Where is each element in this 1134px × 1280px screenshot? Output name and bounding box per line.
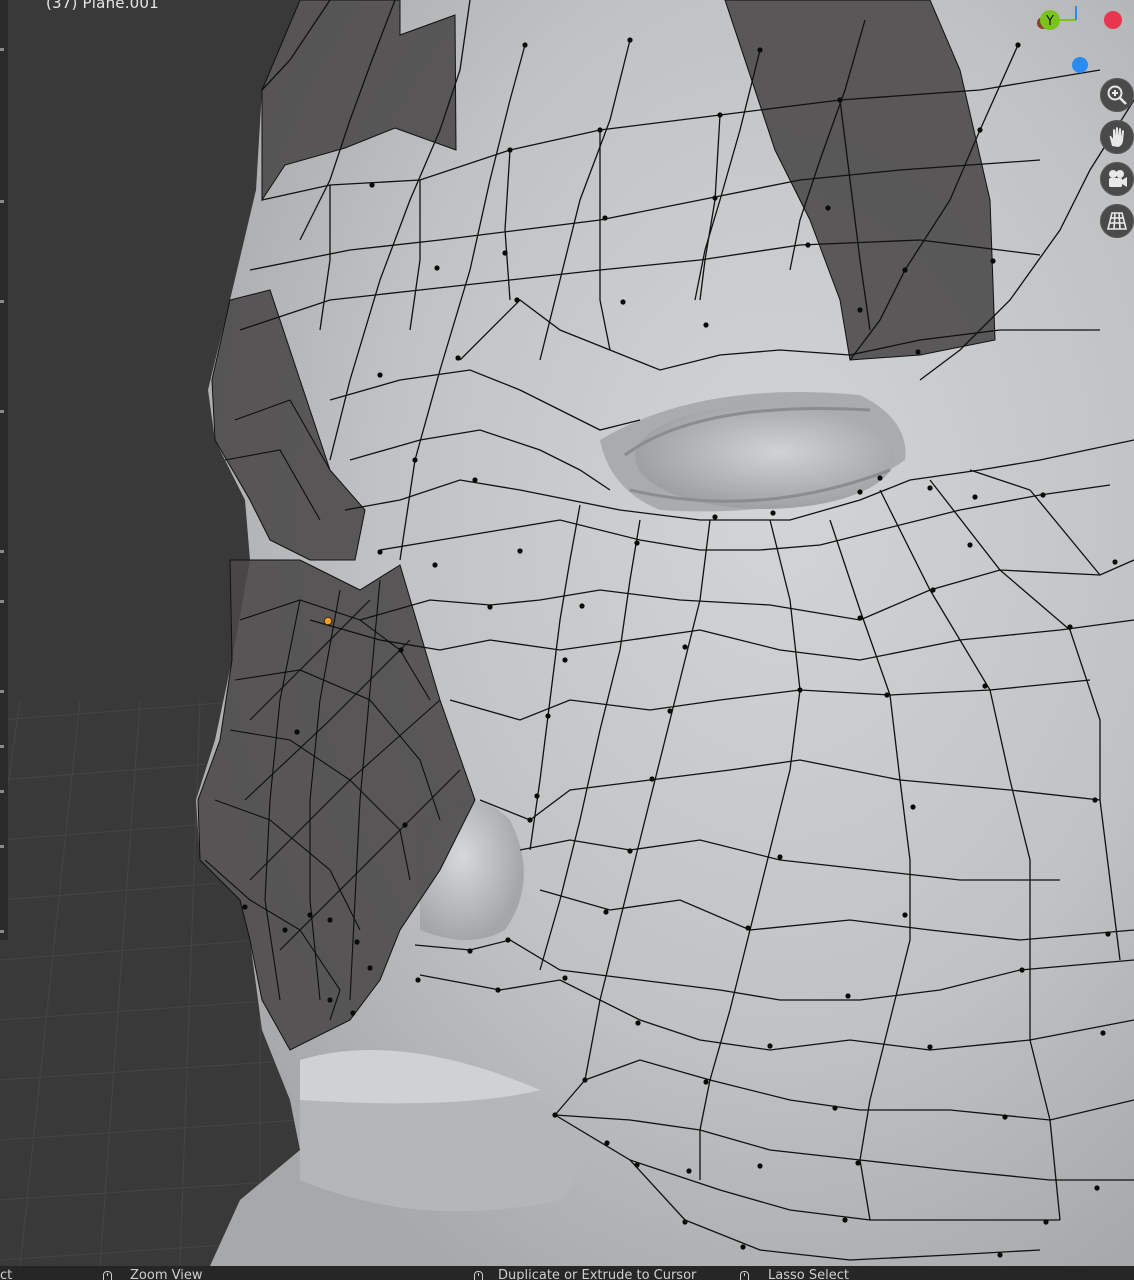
- camera-icon: [1109, 170, 1127, 187]
- perspective-toggle-button[interactable]: [1100, 204, 1134, 238]
- object-label: (37) Plane.001: [46, 0, 159, 12]
- 3d-viewport[interactable]: (37) Plane.001 Y: [0, 0, 1134, 1266]
- toolbar-strip[interactable]: [0, 0, 8, 940]
- mouse-right-icon: [474, 1271, 483, 1280]
- gizmo-z-axis: [1072, 57, 1088, 73]
- zoom-icon: [1107, 85, 1127, 105]
- gizmo-x-axis: [1104, 11, 1122, 29]
- gizmo-y-label: Y: [1045, 14, 1054, 29]
- viewport-scene[interactable]: [0, 0, 1134, 1266]
- active-vertex: [323, 616, 333, 626]
- status-left-fragment: ct: [0, 1268, 13, 1280]
- status-bar: ct Zoom View Duplicate or Extrude to Cur…: [0, 1266, 1134, 1280]
- status-duplicate-extrude: Duplicate or Extrude to Cursor: [498, 1268, 697, 1280]
- camera-view-button[interactable]: [1100, 162, 1134, 196]
- pan-button[interactable]: [1100, 120, 1134, 154]
- status-lasso-select: Lasso Select: [768, 1268, 849, 1280]
- eyeball: [635, 405, 895, 509]
- navigation-gizmo[interactable]: Y: [1030, 0, 1134, 80]
- perspective-grid-icon: [1106, 212, 1128, 230]
- hand-pan-icon: [1109, 127, 1124, 147]
- mouse-drag-icon: [740, 1271, 749, 1280]
- mouse-middle-icon: [103, 1271, 112, 1280]
- status-zoom-view: Zoom View: [130, 1268, 203, 1280]
- zoom-button[interactable]: [1100, 78, 1134, 112]
